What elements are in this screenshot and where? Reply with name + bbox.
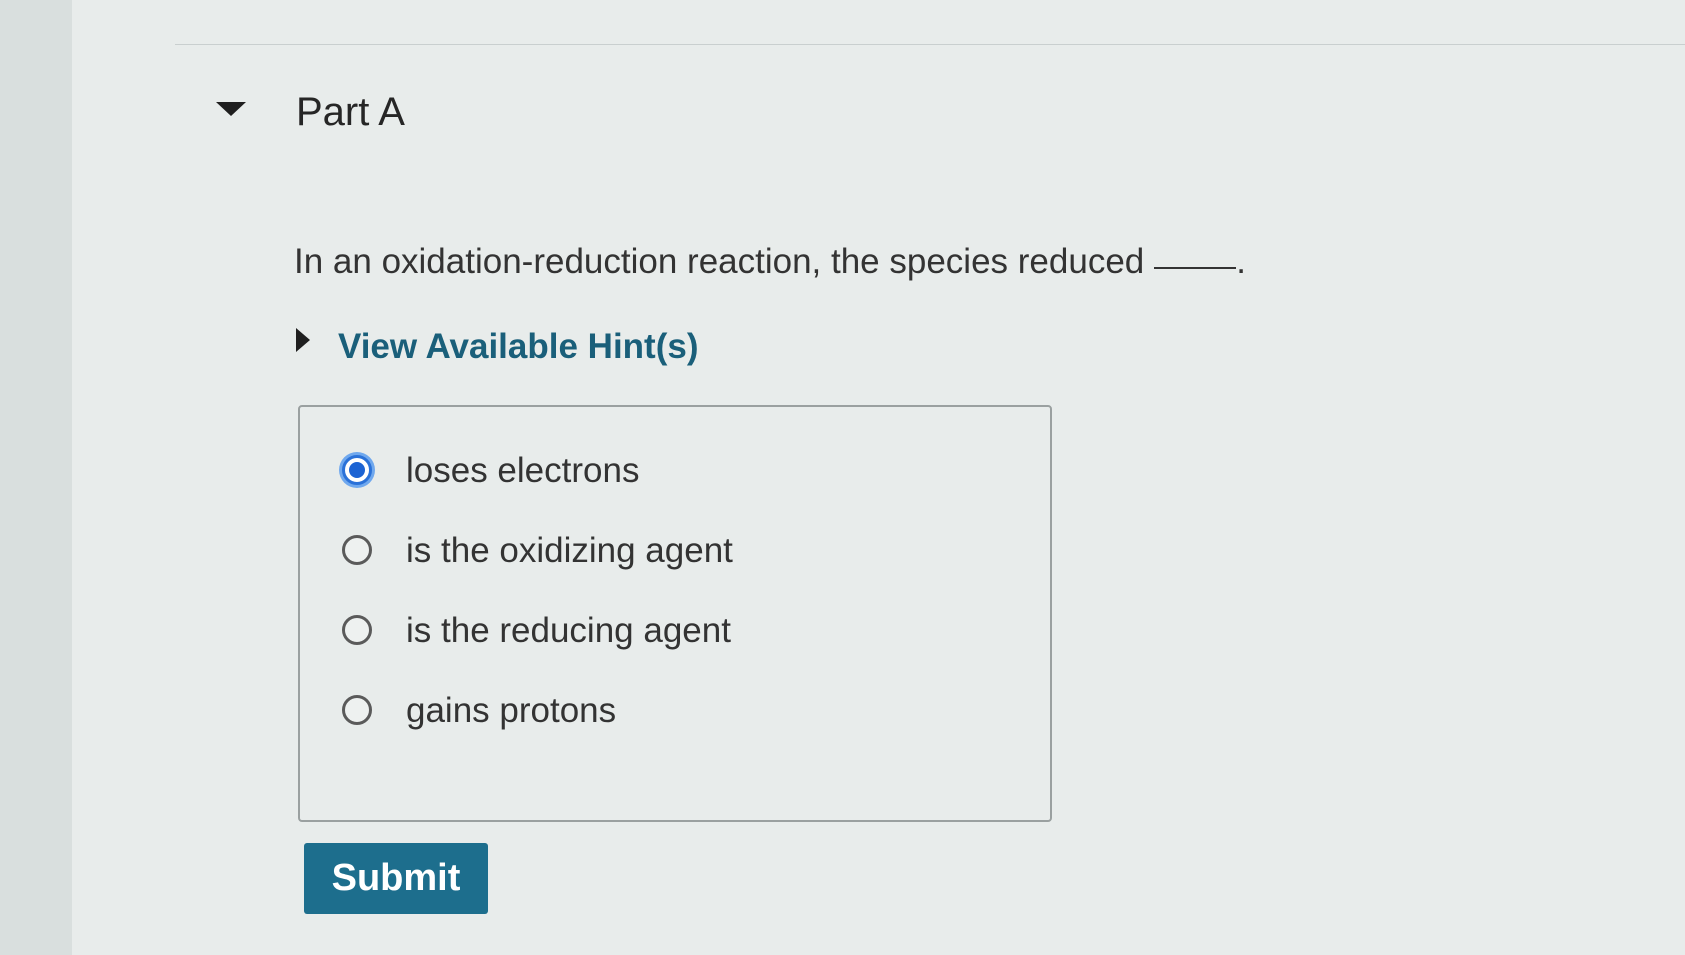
radio-selected-icon[interactable] <box>342 455 372 485</box>
section-divider <box>175 44 1685 45</box>
question-prompt: In an oxidation-reduction reaction, the … <box>294 240 1246 284</box>
option-label[interactable]: gains protons <box>406 691 616 731</box>
submit-button[interactable]: Submit <box>304 843 488 914</box>
answer-blank <box>1154 267 1237 269</box>
radio-unselected-icon[interactable] <box>342 695 372 725</box>
answer-options-group: loses electrons is the oxidizing agent i… <box>298 405 1052 822</box>
radio-unselected-icon[interactable] <box>342 615 372 645</box>
radio-unselected-icon[interactable] <box>342 535 372 565</box>
question-text: In an oxidation-reduction reaction, the … <box>294 242 1145 281</box>
view-hints-link[interactable]: View Available Hint(s) <box>338 325 698 369</box>
question-suffix: . <box>1236 242 1246 281</box>
part-title[interactable]: Part A <box>296 88 405 136</box>
left-margin <box>0 0 72 955</box>
option-label[interactable]: is the reducing agent <box>406 611 731 651</box>
option-label[interactable]: loses electrons <box>406 451 639 491</box>
collapse-triangle-icon[interactable] <box>216 102 246 116</box>
expand-triangle-icon[interactable] <box>296 328 310 352</box>
option-label[interactable]: is the oxidizing agent <box>406 531 733 571</box>
